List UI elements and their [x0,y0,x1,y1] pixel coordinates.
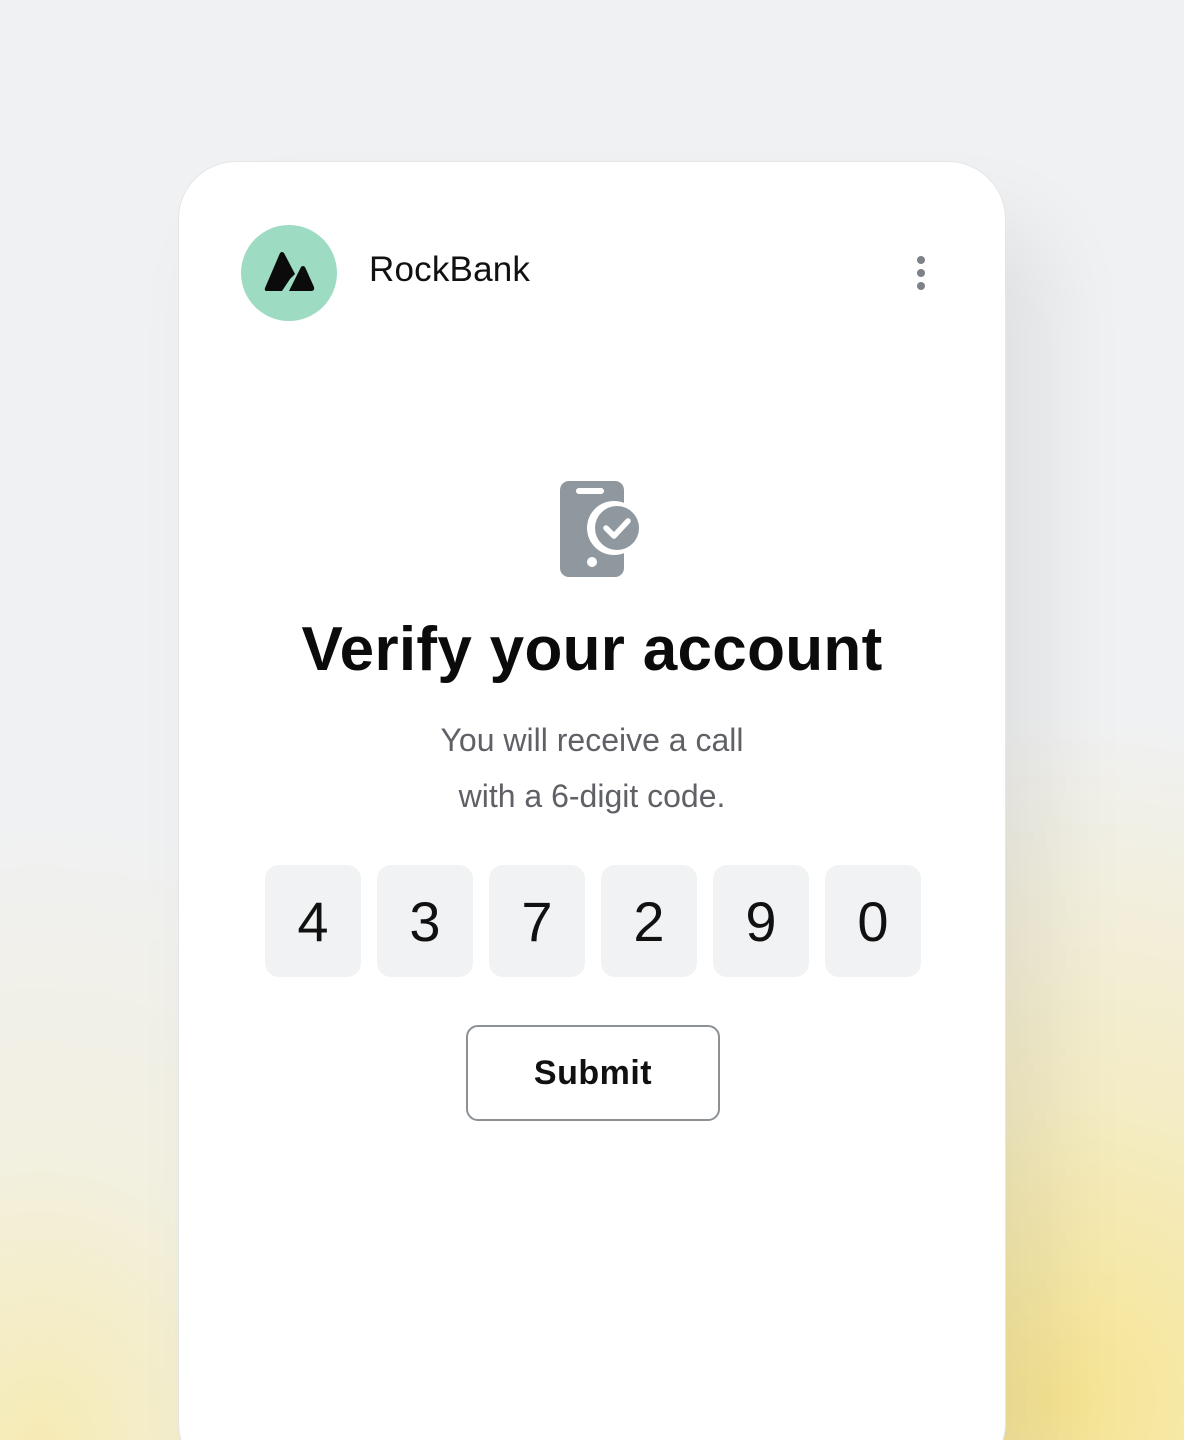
rockbank-logo [241,225,337,321]
page-title: Verify your account [301,615,883,684]
code-input-group: 4 3 7 2 9 0 [265,865,921,977]
more-vertical-icon[interactable] [907,254,937,294]
subtitle: You will receive a call with a 6-digit c… [179,712,1005,824]
subtitle-line-1: You will receive a call [440,722,744,758]
phone-verified-icon [558,480,646,585]
code-digit-6[interactable]: 0 [825,865,921,977]
verification-card: RockBank Verify your account You will re… [178,161,1006,1440]
submit-button[interactable]: Submit [466,1025,720,1121]
brand-name: RockBank [369,250,531,289]
code-digit-5[interactable]: 9 [713,865,809,977]
code-digit-1[interactable]: 4 [265,865,361,977]
code-digit-4[interactable]: 2 [601,865,697,977]
mountain-peaks-icon [264,252,315,291]
code-digit-2[interactable]: 3 [377,865,473,977]
subtitle-line-2: with a 6-digit code. [458,778,726,814]
code-digit-3[interactable]: 7 [489,865,585,977]
